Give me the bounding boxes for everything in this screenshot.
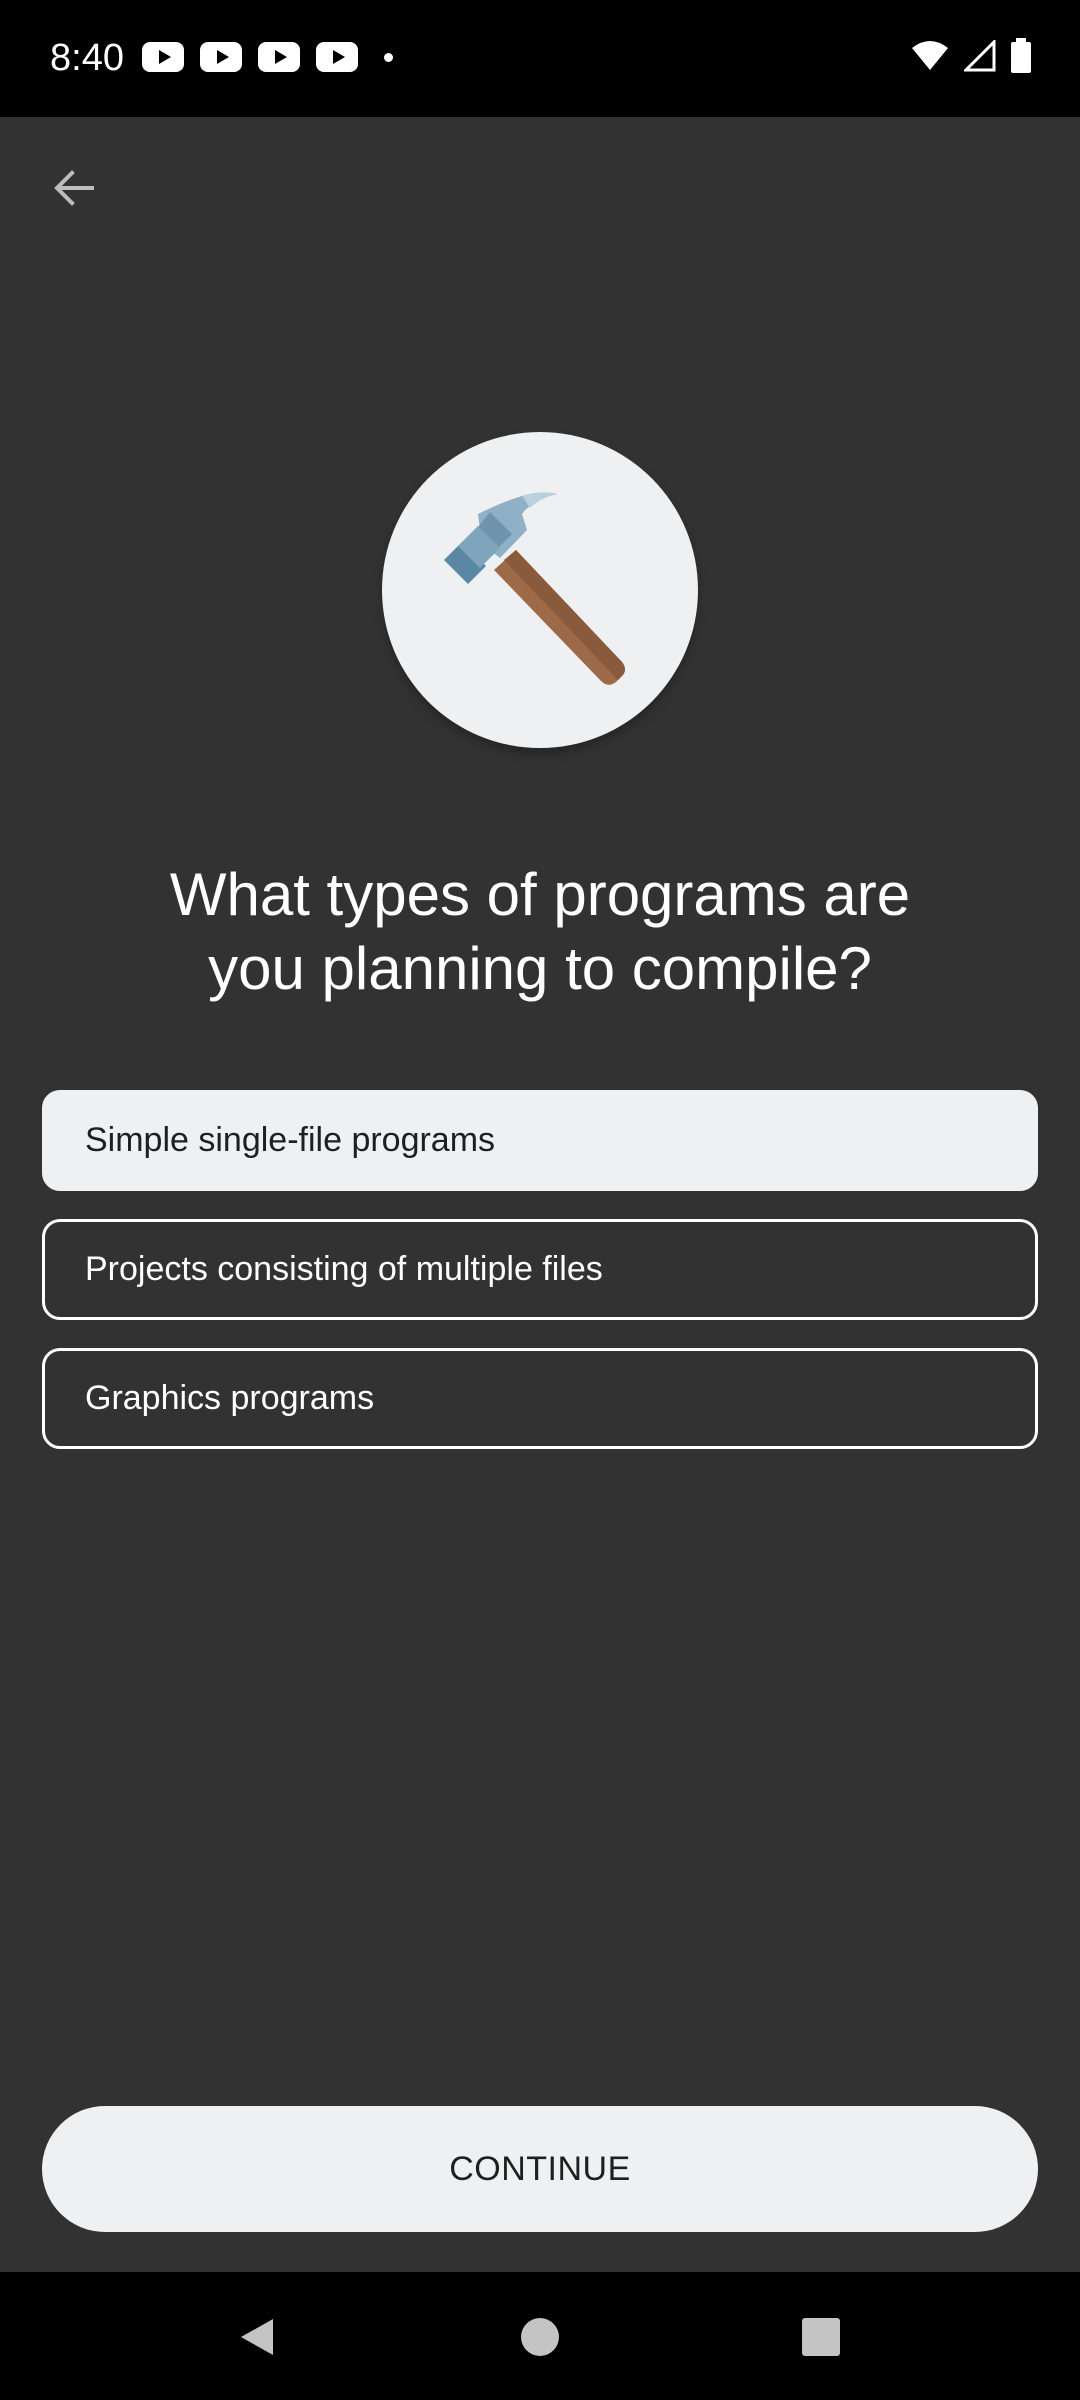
dot-icon — [384, 52, 393, 62]
back-button[interactable] — [36, 150, 112, 226]
arrow-left-icon — [54, 170, 94, 206]
option-graphics[interactable]: Graphics programs — [42, 1348, 1038, 1449]
option-label: Projects consisting of multiple files — [85, 1250, 603, 1288]
youtube-icon — [316, 42, 358, 72]
status-time: 8:40 — [50, 37, 124, 79]
question-title: What types of programs are you planning … — [60, 858, 1020, 1006]
signal-icon — [964, 40, 996, 72]
status-bar: 8:40 — [0, 0, 1080, 117]
hero-circle — [382, 432, 698, 748]
youtube-icon — [200, 42, 242, 72]
hammer-icon — [444, 492, 625, 685]
youtube-icon — [142, 42, 184, 72]
nav-home-button[interactable] — [505, 2302, 575, 2372]
nav-back-button[interactable] — [222, 2302, 292, 2372]
onboarding-screen: 8:40 What types of programs are you plan… — [0, 0, 1080, 2400]
option-label: Simple single-file programs — [85, 1121, 496, 1159]
wifi-icon — [912, 41, 948, 70]
option-multiple-files[interactable]: Projects consisting of multiple files — [42, 1219, 1038, 1320]
navigation-bar — [0, 2272, 1080, 2400]
youtube-icon — [258, 42, 300, 72]
question-line-1: What types of programs are — [169, 861, 911, 928]
options-list: Simple single-file programs Projects con… — [42, 1090, 1038, 1477]
system-icons — [910, 38, 1032, 74]
home-circle-icon — [521, 2318, 559, 2356]
battery-icon — [1011, 38, 1031, 73]
nav-recents-button[interactable] — [786, 2302, 856, 2372]
back-triangle-icon — [241, 2319, 273, 2355]
option-label: Graphics programs — [85, 1379, 375, 1417]
recents-square-icon — [802, 2318, 840, 2356]
continue-button[interactable]: CONTINUE — [42, 2106, 1038, 2232]
question-line-2: you planning to compile? — [208, 935, 872, 1002]
option-simple-single-file[interactable]: Simple single-file programs — [42, 1090, 1038, 1191]
notification-icons — [142, 42, 393, 72]
